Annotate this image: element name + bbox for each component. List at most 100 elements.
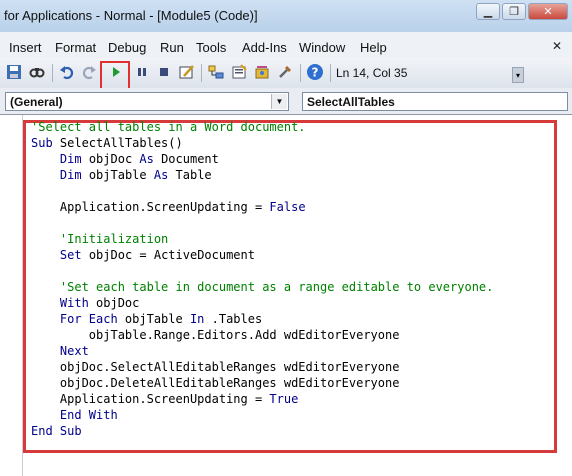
redo-icon[interactable] [80,63,98,81]
procedure-dropdown[interactable]: SelectAllTables [302,92,568,111]
code-line[interactable]: 'Initialization [31,231,493,247]
code-line[interactable]: Sub SelectAllTables() [31,135,493,151]
code-token: objTable [117,312,190,326]
code-keyword: With [59,296,89,310]
break-icon[interactable] [133,63,151,81]
help-icon[interactable]: ? [306,63,324,81]
code-line[interactable]: Set objDoc = ActiveDocument [31,247,493,263]
save-icon[interactable] [5,63,23,81]
project-explorer-icon[interactable] [207,63,225,81]
code-line[interactable]: Dim objTable As Table [31,167,493,183]
code-token: Application.ScreenUpdating = [31,200,270,214]
standard-toolbar: ? ▾ [0,58,572,89]
menu-window[interactable]: Window [299,40,345,55]
toolbar-separator [52,64,53,82]
menu-tools[interactable]: Tools [196,40,226,55]
code-line[interactable]: objDoc.DeleteAllEditableRanges wdEditorE… [31,375,493,391]
procedure-dropdown-value: SelectAllTables [307,95,395,109]
menu-run[interactable]: Run [160,40,184,55]
window-controls: ▁ ❐ ✕ [476,3,568,20]
menu-format[interactable]: Format [55,40,96,55]
code-text[interactable]: 'Select all tables in a Word document. Su… [31,119,493,439]
code-comment: 'Select all tables in a Word document. [31,120,306,134]
menu-help[interactable]: Help [360,40,387,55]
menu-insert[interactable]: Insert [9,40,42,55]
code-keyword: As [139,152,154,166]
code-token: SelectAllTables() [52,136,183,150]
code-token: objTable.Range.Editors.Add wdEditorEvery… [31,328,400,342]
object-dropdown-value: (General) [10,95,63,109]
cursor-position: Ln 14, Col 35 [336,66,408,80]
design-mode-icon[interactable] [178,63,196,81]
code-keyword: Set [59,248,82,262]
code-keyword: False [269,200,306,214]
restore-button[interactable]: ❐ [502,3,526,20]
code-token: Document [153,152,219,166]
menu-bar: Insert Format Debug Run Tools Add-Ins Wi… [0,32,572,58]
code-token: objDoc.DeleteAllEditableRanges wdEditorE… [31,376,400,390]
toolbar-options-icon[interactable]: ▾ [512,67,524,83]
code-line[interactable]: For Each objTable In .Tables [31,311,493,327]
find-icon[interactable] [28,63,46,81]
title-bar: for Applications - Normal - [Module5 (Co… [0,0,572,33]
code-keyword: Dim [59,152,82,166]
code-line[interactable]: With objDoc [31,295,493,311]
undo-icon[interactable] [58,63,76,81]
code-comment: 'Initialization [59,232,169,246]
code-token: objDoc [81,152,140,166]
code-line[interactable]: Dim objDoc As Document [31,151,493,167]
code-line[interactable]: 'Select all tables in a Word document. [31,119,493,135]
code-keyword: Sub [31,136,53,150]
toolbar-separator [300,64,301,82]
code-line[interactable]: Application.ScreenUpdating = False [31,199,493,215]
code-line[interactable]: ​ [31,263,493,279]
code-token: objDoc = ActiveDocument [81,248,255,262]
menu-add-ins[interactable]: Add-Ins [242,40,287,55]
toolbar-separator [330,64,331,82]
code-comment: 'Set each table in document as a range e… [59,280,494,294]
reset-icon[interactable] [155,63,173,81]
toolbox-icon[interactable] [276,63,294,81]
object-browser-icon[interactable] [253,63,271,81]
code-line[interactable]: ​ [31,215,493,231]
chevron-down-icon[interactable]: ▼ [271,94,287,109]
code-line[interactable]: Application.ScreenUpdating = True [31,391,493,407]
code-token: objDoc [88,296,140,310]
code-line[interactable]: objDoc.SelectAllEditableRanges wdEditorE… [31,359,493,375]
code-line[interactable]: End Sub [31,423,493,439]
toolbar-separator [201,64,202,82]
window-title: for Applications - Normal - [Module5 (Co… [4,8,258,23]
menu-debug[interactable]: Debug [108,40,146,55]
code-token: objDoc.SelectAllEditableRanges wdEditorE… [31,360,400,374]
code-window-close-button[interactable]: ✕ [552,39,562,53]
code-keyword: End Sub [31,424,82,438]
code-line[interactable]: ​ [31,183,493,199]
run-button-highlight [100,61,130,91]
code-keyword: For Each [59,312,118,326]
margin-indicator-bar[interactable] [0,115,23,476]
code-token: .Tables [204,312,263,326]
code-line[interactable]: Next [31,343,493,359]
object-dropdown[interactable]: (General) ▼ [5,92,289,111]
code-token: Table [168,168,212,182]
code-line[interactable]: objTable.Range.Editors.Add wdEditorEvery… [31,327,493,343]
close-button[interactable]: ✕ [528,3,568,20]
code-line[interactable]: End With [31,407,493,423]
code-token: objTable [81,168,154,182]
code-token: Application.ScreenUpdating = [31,392,270,406]
code-keyword: Next [59,344,89,358]
code-keyword: True [269,392,299,406]
code-keyword: End With [59,408,118,422]
properties-icon[interactable] [230,63,248,81]
code-window-header: (General) ▼ SelectAllTables [0,88,572,114]
code-line[interactable]: 'Set each table in document as a range e… [31,279,493,295]
minimize-button[interactable]: ▁ [476,3,500,20]
code-keyword: As [153,168,169,182]
svg-text:?: ? [312,66,319,80]
